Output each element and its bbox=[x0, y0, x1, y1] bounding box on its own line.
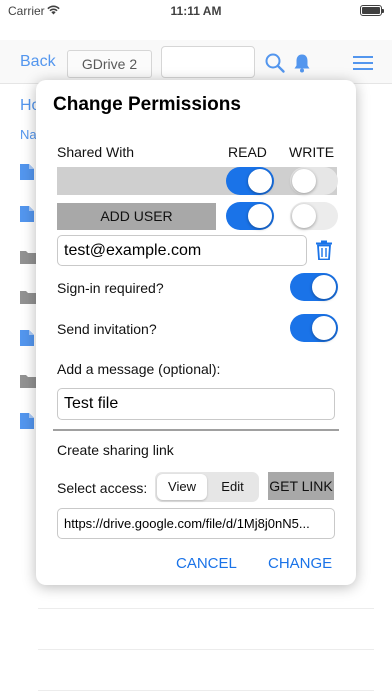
shared-with-label: Shared With bbox=[57, 144, 135, 160]
new-user-read-toggle[interactable] bbox=[226, 202, 274, 230]
send-invitation-label: Send invitation? bbox=[57, 321, 157, 337]
existing-user-write-toggle[interactable] bbox=[290, 167, 338, 195]
new-user-write-toggle[interactable] bbox=[290, 202, 338, 230]
message-label: Add a message (optional): bbox=[57, 361, 221, 377]
sharing-link-label: Create sharing link bbox=[57, 442, 174, 458]
change-permissions-dialog: Change Permissions Shared With READ WRIT… bbox=[36, 80, 356, 585]
email-field[interactable]: test@example.com bbox=[57, 235, 307, 266]
message-field[interactable]: Test file bbox=[57, 388, 335, 420]
access-option-edit[interactable]: Edit bbox=[208, 474, 257, 500]
signin-required-label: Sign-in required? bbox=[57, 280, 164, 296]
signin-required-toggle[interactable] bbox=[290, 273, 338, 301]
sharing-link-field[interactable]: https://drive.google.com/file/d/1Mj8j0nN… bbox=[57, 508, 335, 539]
cancel-button[interactable]: CANCEL bbox=[176, 555, 237, 572]
write-column-label: WRITE bbox=[289, 144, 335, 160]
section-divider bbox=[53, 429, 339, 431]
select-access-label: Select access: bbox=[57, 480, 148, 496]
read-column-label: READ bbox=[228, 144, 267, 160]
access-segmented-control[interactable]: View Edit bbox=[155, 472, 259, 502]
dialog-title: Change Permissions bbox=[53, 94, 241, 115]
get-link-button[interactable]: GET LINK bbox=[268, 472, 334, 500]
existing-user-read-toggle[interactable] bbox=[226, 167, 274, 195]
add-user-button[interactable]: ADD USER bbox=[57, 203, 216, 230]
access-option-view[interactable]: View bbox=[157, 474, 207, 500]
send-invitation-toggle[interactable] bbox=[290, 314, 338, 342]
trash-icon[interactable] bbox=[315, 240, 333, 260]
change-button[interactable]: CHANGE bbox=[268, 555, 332, 572]
